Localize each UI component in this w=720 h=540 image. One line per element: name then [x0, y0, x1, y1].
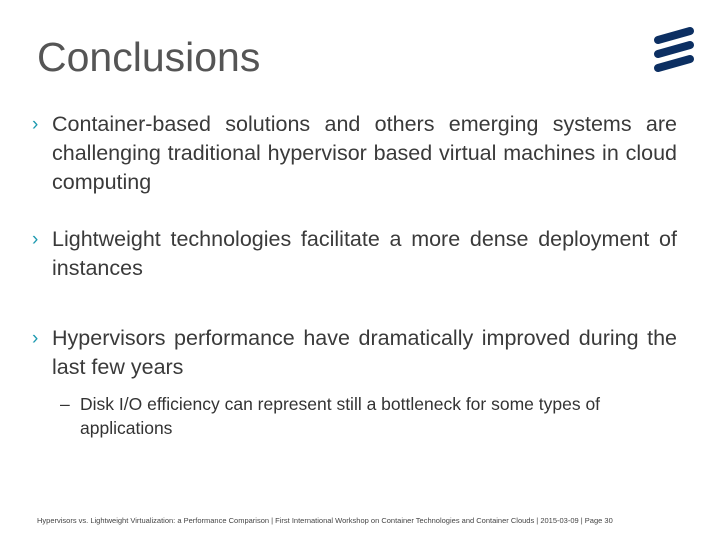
- sub-bullet-text: Disk I/O efficiency can represent still …: [80, 394, 601, 438]
- bullet-marker: ›: [32, 114, 39, 135]
- bullet-item: › Container-based solutions and others e…: [32, 110, 677, 197]
- sub-bullet-marker: –: [60, 394, 70, 414]
- bullet-item: › Hypervisors performance have dramatica…: [32, 324, 677, 382]
- sub-bullet-item: – Disk I/O efficiency can represent stil…: [32, 392, 677, 440]
- bullet-marker: ›: [32, 229, 39, 250]
- bullet-item: › Lightweight technologies facilitate a …: [32, 225, 677, 283]
- slide-title: Conclusions: [37, 34, 261, 80]
- bullet-text: Hypervisors performance have dramaticall…: [52, 326, 677, 379]
- bullet-marker: ›: [32, 328, 39, 349]
- slide-footer: Hypervisors vs. Lightweight Virtualizati…: [37, 516, 613, 525]
- bullet-text: Container-based solutions and others eme…: [52, 112, 677, 194]
- ericsson-logo-icon: [654, 27, 694, 72]
- bullet-text: Lightweight technologies facilitate a mo…: [52, 227, 677, 280]
- bullet-list: › Container-based solutions and others e…: [32, 110, 677, 440]
